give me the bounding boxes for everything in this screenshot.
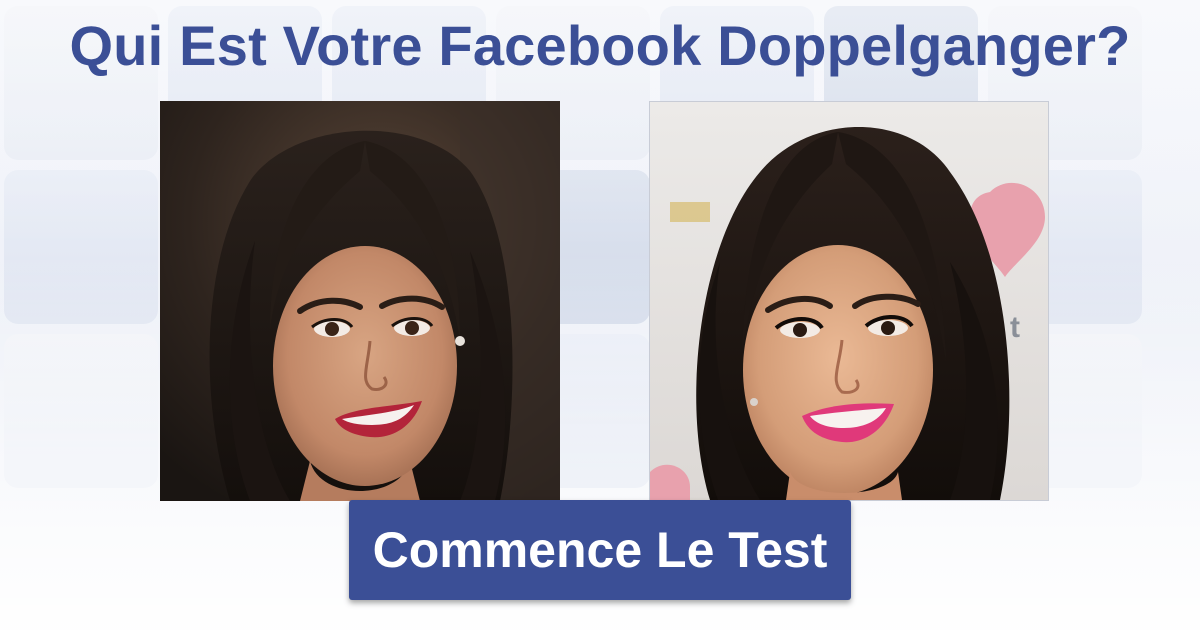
backdrop-letter: t (1010, 311, 1020, 344)
photo-left (160, 101, 560, 501)
portrait-woman-pink-lips-icon: t (650, 102, 1048, 500)
portrait-woman-icon (160, 101, 560, 501)
start-test-button[interactable]: Commence Le Test (349, 500, 851, 600)
page-title: Qui Est Votre Facebook Doppelganger? (69, 14, 1131, 77)
photo-right: t (649, 101, 1049, 501)
